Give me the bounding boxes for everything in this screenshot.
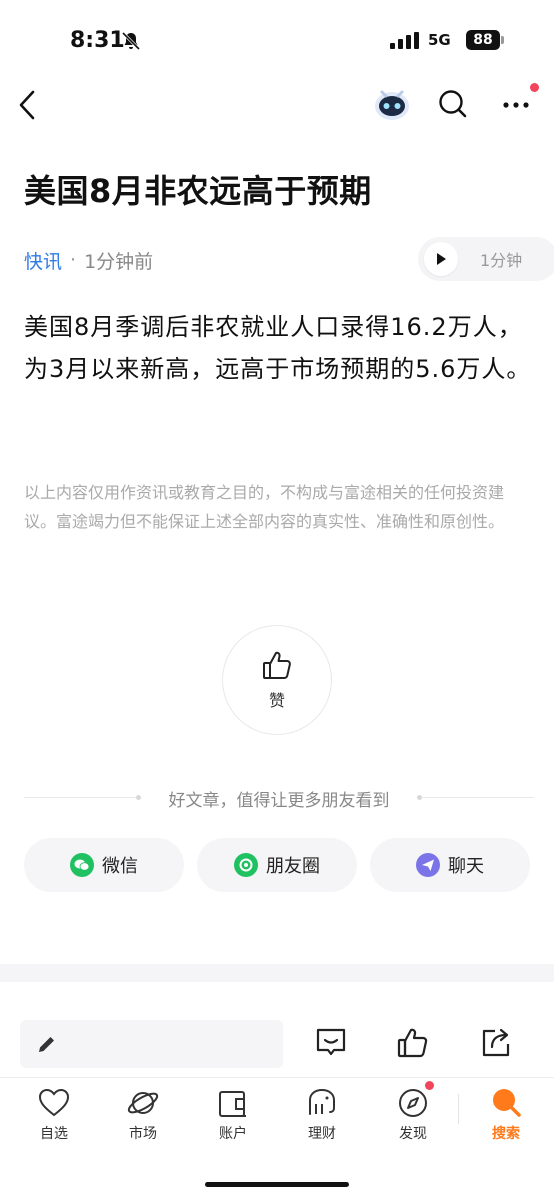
heart-icon — [38, 1088, 70, 1117]
section-gap — [0, 964, 554, 982]
audio-play-button[interactable]: 1分钟 — [418, 237, 554, 281]
publish-time: 1分钟前 — [84, 250, 154, 273]
chat-send-icon — [416, 853, 440, 877]
chevron-left-icon[interactable] — [15, 88, 41, 122]
nav-bar — [0, 80, 554, 130]
pencil-icon — [39, 1037, 54, 1052]
meta-separator: · — [70, 249, 77, 271]
tab-label: 市场 — [129, 1126, 157, 1142]
share-wechat-label: 微信 — [102, 856, 138, 877]
search-icon[interactable] — [437, 88, 469, 120]
network-label: 5G — [428, 31, 451, 49]
thumbs-up-icon — [263, 651, 291, 679]
article-title: 美国8月非农远高于预期 — [24, 172, 372, 210]
share-wechat-button[interactable]: 微信 — [24, 838, 184, 892]
notification-dot — [530, 83, 539, 92]
tab-account[interactable]: 账户 — [198, 1086, 268, 1146]
signal-icon — [390, 32, 419, 49]
share-chat-button[interactable]: 聊天 — [370, 838, 530, 892]
moments-icon — [234, 853, 258, 877]
play-icon — [424, 242, 458, 276]
divider-line — [422, 797, 534, 798]
like-button[interactable]: 赞 — [222, 625, 332, 735]
share-moments-button[interactable]: 朋友圈 — [197, 838, 357, 892]
disclaimer: 以上内容仅用作资讯或教育之目的，不构成与富途相关的任何投资建议。富途竭力但不能保… — [24, 483, 505, 531]
home-indicator[interactable] — [205, 1182, 349, 1187]
tab-watchlist[interactable]: 自选 — [19, 1086, 89, 1146]
tab-market[interactable]: 市场 — [108, 1086, 178, 1146]
share-icon[interactable] — [479, 1026, 513, 1060]
tab-discover[interactable]: 发现 — [378, 1086, 448, 1146]
more-dots-icon[interactable] — [500, 94, 536, 112]
share-moments-label: 朋友圈 — [266, 856, 320, 877]
tab-label: 搜索 — [492, 1126, 520, 1142]
wechat-icon — [70, 853, 94, 877]
share-chat-label: 聊天 — [448, 856, 484, 877]
audio-duration: 1分钟 — [480, 251, 523, 270]
share-prompt: 好文章，值得让更多朋友看到 — [168, 791, 390, 811]
notification-dot — [425, 1081, 434, 1090]
comment-icon[interactable] — [314, 1026, 348, 1060]
elephant-icon — [309, 1088, 335, 1115]
tab-label: 理财 — [308, 1126, 336, 1142]
thumbs-up-icon[interactable] — [396, 1026, 430, 1060]
like-label: 赞 — [268, 691, 285, 710]
source-tag[interactable]: 快讯 — [24, 247, 62, 274]
search-icon — [493, 1089, 521, 1117]
article-meta: 快讯 · 1分钟前 — [24, 246, 153, 274]
bell-muted-icon — [121, 31, 141, 51]
share-divider: 好文章，值得让更多朋友看到 — [24, 786, 534, 811]
status-time: 8:31 — [70, 28, 125, 53]
robot-assistant-icon[interactable] — [372, 86, 412, 122]
wallet-icon — [219, 1091, 246, 1117]
tabbar-divider — [0, 1077, 554, 1078]
status-bar: 8:31 5G 88 — [0, 0, 554, 80]
comment-input[interactable] — [20, 1020, 283, 1068]
planet-icon — [127, 1092, 159, 1114]
tab-label: 自选 — [40, 1126, 68, 1142]
tab-search[interactable]: 搜索 — [471, 1086, 541, 1146]
tab-wealth[interactable]: 理财 — [287, 1086, 357, 1146]
tab-label: 账户 — [219, 1126, 247, 1142]
battery-indicator: 88 — [466, 30, 500, 50]
article-body: 美国8月季调后非农就业人口录得16.2万人，为3月以来新高，远高于市场预期的5.… — [24, 313, 532, 383]
battery-tip — [501, 36, 504, 44]
tab-label: 发现 — [399, 1126, 427, 1142]
tab-separator — [458, 1094, 459, 1124]
compass-icon — [399, 1089, 427, 1117]
